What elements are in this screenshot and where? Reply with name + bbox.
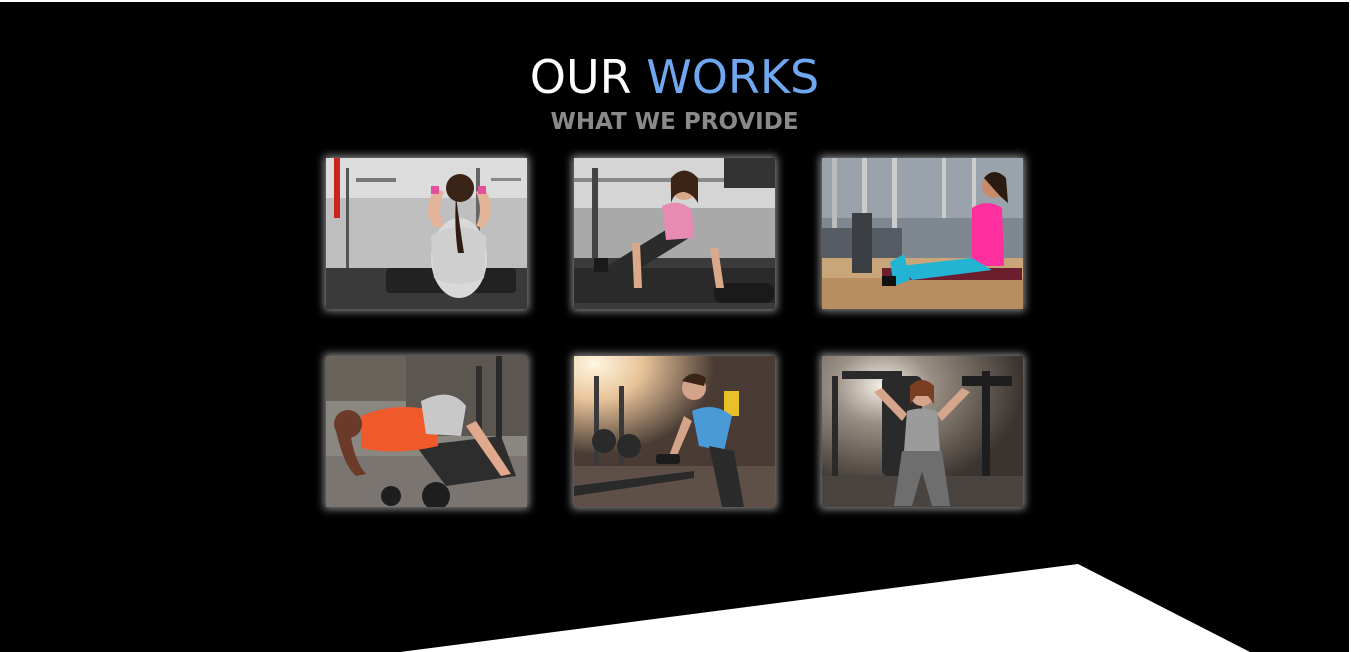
our-works-section: OUR WORKS WHAT WE PROVIDE (0, 2, 1349, 652)
gallery-image-5[interactable] (574, 356, 775, 507)
gallery-image-4[interactable] (326, 356, 527, 507)
works-gallery (326, 158, 1026, 510)
section-title-main: OUR (529, 50, 632, 104)
section-subtitle: WHAT WE PROVIDE (550, 109, 799, 135)
gallery-image-6[interactable] (822, 356, 1023, 507)
section-title: OUR WORKS (0, 48, 1349, 106)
gallery-image-3[interactable] (822, 158, 1023, 309)
gallery-image-2[interactable] (574, 158, 775, 309)
gallery-image-1[interactable] (326, 158, 527, 309)
section-title-accent: WORKS (646, 50, 820, 104)
